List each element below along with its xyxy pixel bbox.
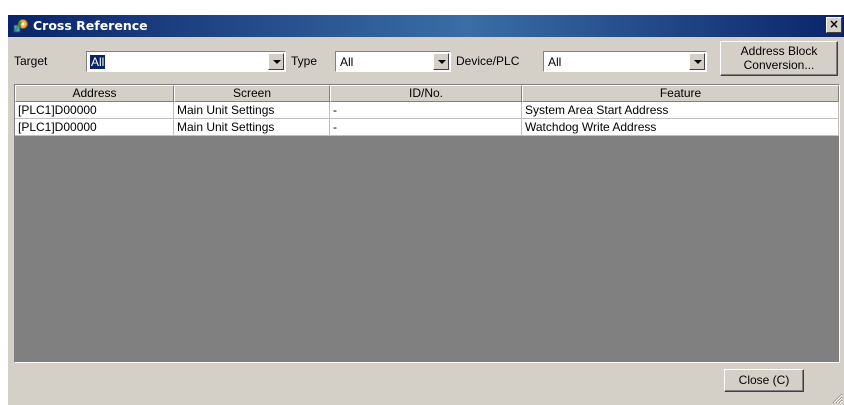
address-block-conversion-line2: Conversion... [743, 58, 815, 72]
cell-id-no: - [330, 119, 522, 136]
cell-screen: Main Unit Settings [174, 119, 330, 136]
target-dropdown[interactable]: All [86, 51, 286, 72]
column-header-id-no[interactable]: ID/No. [330, 85, 522, 102]
window-title: Cross Reference [33, 18, 148, 33]
cross-reference-app-icon [13, 19, 28, 33]
column-header-screen[interactable]: Screen [174, 85, 330, 102]
cell-feature: Watchdog Write Address [522, 119, 839, 136]
close-icon[interactable]: × [826, 17, 842, 33]
target-label: Target [14, 54, 48, 68]
type-dropdown-value: All [340, 55, 354, 69]
cell-id-no: - [330, 102, 522, 119]
chevron-down-icon[interactable] [689, 53, 705, 70]
target-dropdown-value: All [88, 54, 107, 70]
column-header-address[interactable]: Address [15, 85, 174, 102]
table-row[interactable]: [PLC1]D00000 Main Unit Settings - Watchd… [15, 119, 839, 136]
type-dropdown[interactable]: All [335, 51, 451, 72]
cell-address: [PLC1]D00000 [15, 102, 174, 119]
chevron-down-icon[interactable] [268, 53, 284, 70]
table-header: Address Screen ID/No. Feature [15, 85, 839, 102]
chevron-down-icon[interactable] [433, 53, 449, 70]
device-plc-dropdown[interactable]: All [543, 51, 707, 72]
close-button[interactable]: Close (C) [724, 369, 804, 392]
type-label: Type [291, 54, 318, 68]
address-block-conversion-line1: Address Block [740, 44, 818, 58]
cross-reference-dialog: Cross Reference × Target All Type All De… [8, 15, 844, 405]
cross-reference-table[interactable]: Address Screen ID/No. Feature [PLC1]D000… [14, 84, 840, 363]
column-header-feature[interactable]: Feature [522, 85, 839, 102]
resize-grip-icon[interactable] [831, 392, 843, 404]
address-block-conversion-button[interactable]: Address Block Conversion... [720, 41, 838, 76]
close-button-label: Close (C) [738, 373, 790, 387]
cell-address: [PLC1]D00000 [15, 119, 174, 136]
title-bar[interactable]: Cross Reference × [8, 15, 844, 37]
cell-feature: System Area Start Address [522, 102, 839, 119]
device-plc-dropdown-value: All [548, 55, 562, 69]
device-plc-label: Device/PLC [456, 54, 520, 68]
table-row[interactable]: [PLC1]D00000 Main Unit Settings - System… [15, 102, 839, 119]
cell-screen: Main Unit Settings [174, 102, 330, 119]
